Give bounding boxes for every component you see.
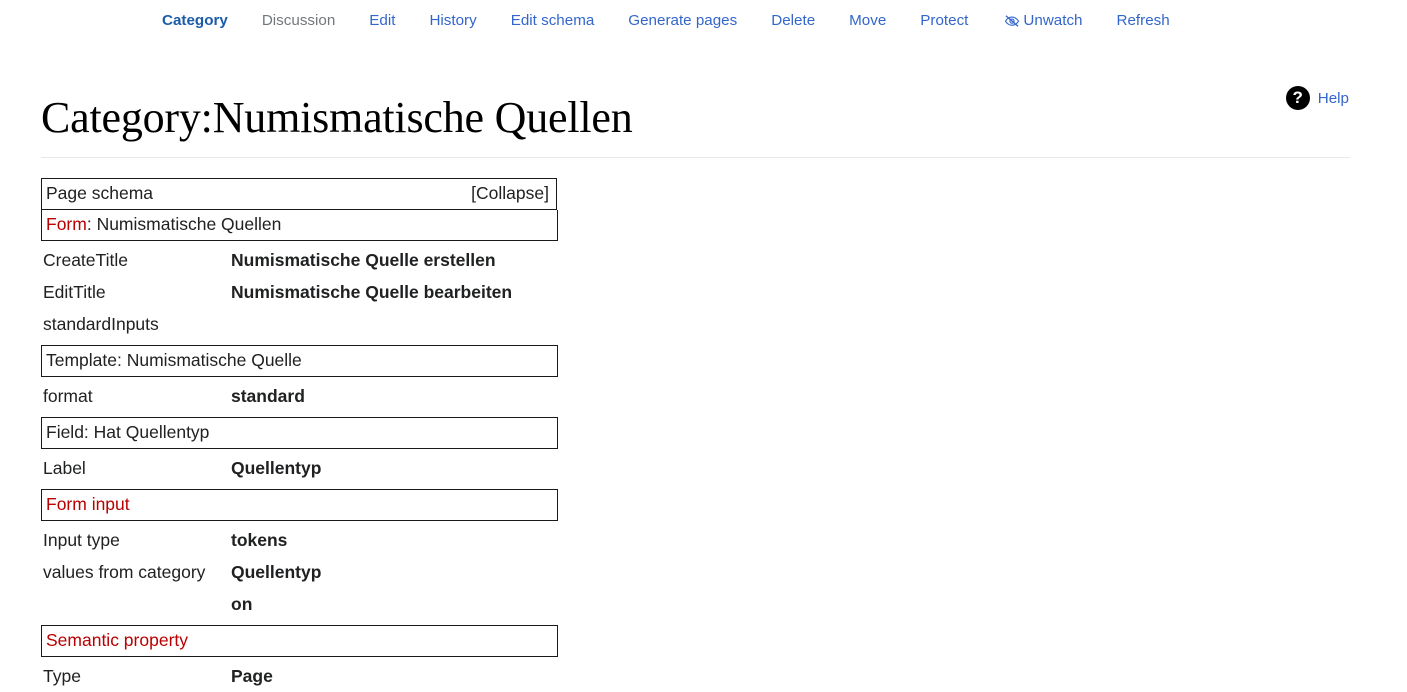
row-value: Numismatische Quelle bearbeiten	[231, 282, 513, 302]
semantic-property-box-label: Semantic property	[46, 629, 188, 652]
row-value: Numismatische Quelle erstellen	[231, 250, 496, 270]
schema-row: EditTitle Numismatische Quelle bearbeite…	[41, 276, 601, 308]
form-input-rows: Input type tokens values from category Q…	[41, 521, 601, 620]
row-key: Input type	[43, 530, 120, 550]
help-area: ? Help	[1285, 86, 1349, 110]
template-box-label: Template: Numismatische Quelle	[46, 350, 302, 370]
tab-move[interactable]: Move	[849, 11, 886, 31]
page-title: Category:Numismatische Quellen	[41, 93, 633, 142]
page-action-tabs: Category Discussion Edit History Edit sc…	[0, 0, 1407, 42]
tab-label: Edit schema	[510, 12, 595, 29]
tab-generate-pages[interactable]: Generate pages	[628, 11, 737, 31]
semantic-property-rows: Type Page	[41, 657, 601, 692]
semantic-property-redlink[interactable]: Semantic property	[46, 630, 188, 650]
tab-refresh[interactable]: Refresh	[1117, 11, 1170, 31]
tab-protect[interactable]: Protect	[920, 11, 968, 31]
row-key: values from category	[43, 562, 206, 582]
semantic-property-box: Semantic property	[41, 625, 558, 657]
schema-row: Input type tokens	[41, 524, 601, 556]
row-value: Quellentyp	[231, 562, 322, 582]
form-input-box: Form input	[41, 489, 558, 521]
tab-label: Unwatch	[1023, 12, 1083, 29]
schema-row: CreateTitle Numismatische Quelle erstell…	[41, 244, 601, 276]
row-key: Type	[43, 666, 81, 686]
row-value: tokens	[231, 530, 288, 550]
field-box-label: Field: Hat Quellentyp	[46, 422, 210, 442]
tab-delete[interactable]: Delete	[771, 11, 815, 31]
template-rows: format standard	[41, 377, 601, 412]
field-box: Field: Hat Quellentyp	[41, 417, 558, 449]
page-schema-block: Page schema [Collapse] Form: Numismatisc…	[41, 178, 601, 692]
tab-discussion[interactable]: Discussion	[262, 11, 335, 31]
tab-label: Edit	[369, 12, 396, 29]
schema-row: Label Quellentyp	[41, 452, 601, 484]
title-divider	[41, 157, 1350, 158]
tab-label: Discussion	[261, 12, 336, 29]
collapse-toggle[interactable]: [Collapse]	[471, 182, 550, 205]
question-mark-circle-icon[interactable]: ?	[1285, 86, 1310, 110]
row-key: CreateTitle	[43, 250, 128, 270]
tab-label: Category	[162, 12, 228, 29]
form-name: Numismatische Quellen	[96, 214, 282, 234]
form-box-label: Form: Numismatische Quellen	[46, 213, 281, 236]
eye-slash-icon	[1002, 13, 1022, 29]
schema-row: standardInputs	[41, 308, 601, 340]
row-value: on	[231, 594, 253, 614]
row-key: standardInputs	[43, 314, 159, 334]
help-link[interactable]: Help	[1318, 90, 1349, 107]
row-value: Quellentyp	[231, 458, 322, 478]
template-box: Template: Numismatische Quelle	[41, 345, 558, 377]
form-rows: CreateTitle Numismatische Quelle erstell…	[41, 241, 601, 340]
row-key: format	[43, 386, 93, 406]
form-input-redlink[interactable]: Form input	[46, 494, 130, 514]
page-schema-header-box: Page schema [Collapse]	[41, 178, 557, 210]
tab-unwatch[interactable]: Unwatch	[1002, 11, 1083, 31]
schema-row: format standard	[41, 380, 601, 412]
tab-label: Generate pages	[628, 12, 738, 29]
row-key: Label	[43, 458, 86, 478]
tab-label: Protect	[920, 12, 969, 29]
schema-row: Type Page	[41, 660, 601, 692]
tab-label: History	[429, 12, 477, 29]
form-separator: :	[86, 214, 97, 234]
form-input-box-label: Form input	[46, 493, 130, 516]
tab-category[interactable]: Category	[162, 11, 228, 31]
row-key: EditTitle	[43, 282, 106, 302]
tab-label: Move	[849, 12, 887, 29]
row-value: Page	[231, 666, 273, 686]
page-schema-title: Page schema	[46, 183, 154, 203]
tab-edit-schema[interactable]: Edit schema	[511, 11, 595, 31]
schema-row: values from category Quellentyp	[41, 556, 601, 588]
tab-history[interactable]: History	[429, 11, 476, 31]
schema-row: on	[41, 588, 601, 620]
tab-label: Delete	[771, 12, 816, 29]
tab-edit[interactable]: Edit	[369, 11, 395, 31]
form-redlink[interactable]: Form	[46, 214, 87, 234]
form-box: Form: Numismatische Quellen	[41, 210, 558, 241]
field-rows: Label Quellentyp	[41, 449, 601, 484]
tab-label: Refresh	[1116, 12, 1170, 29]
row-value: standard	[231, 386, 305, 406]
